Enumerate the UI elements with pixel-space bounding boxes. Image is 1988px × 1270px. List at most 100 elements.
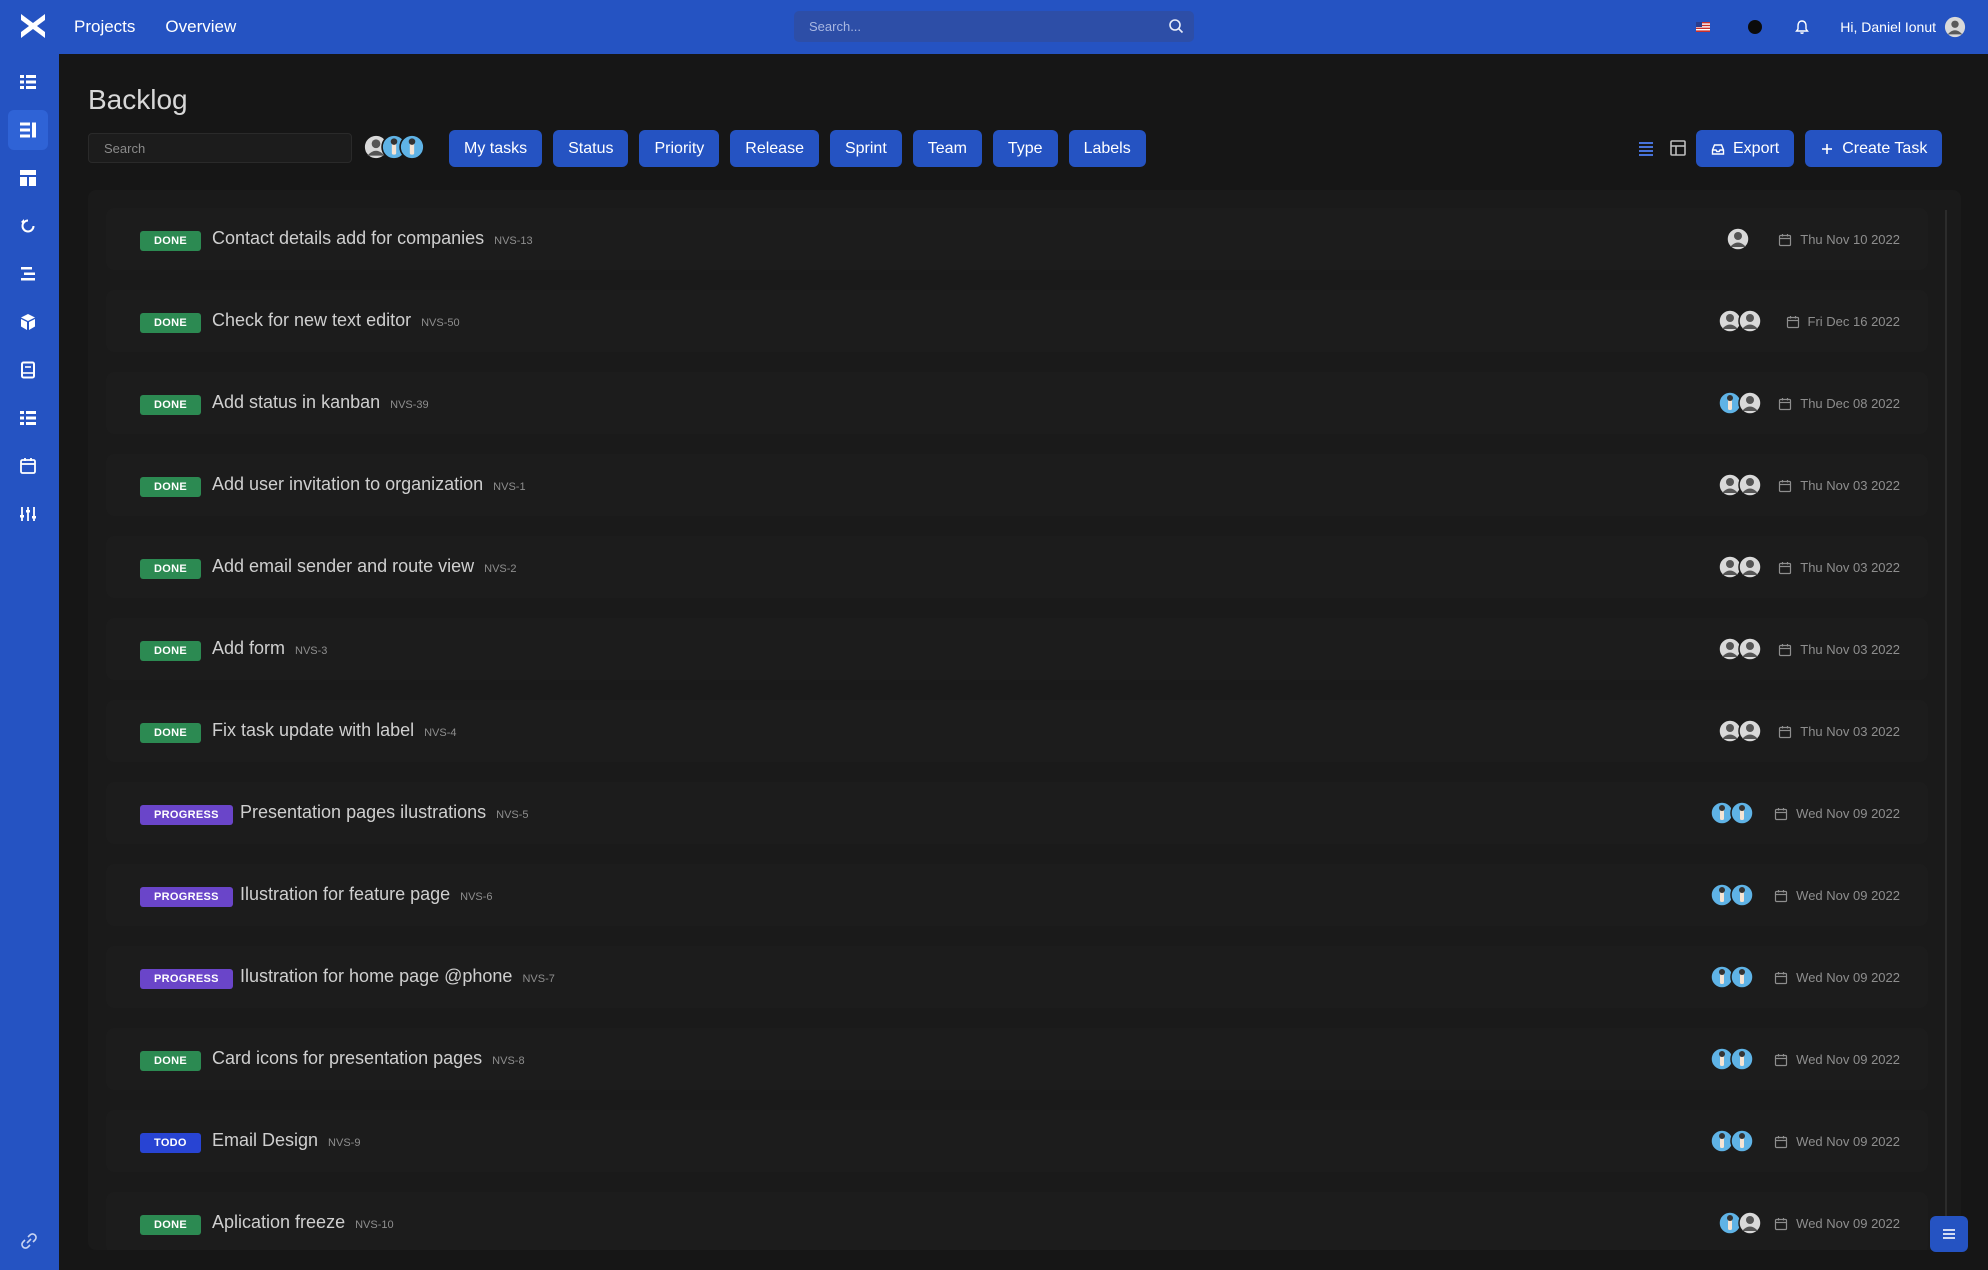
status-badge[interactable]: PROGRESS <box>140 887 233 907</box>
task-title[interactable]: Ilustration for feature page NVS-6 <box>240 884 493 905</box>
task-title[interactable]: Aplication freeze NVS-10 <box>212 1212 394 1233</box>
avatar[interactable] <box>1730 883 1754 907</box>
task-title[interactable]: Add email sender and route view NVS-2 <box>212 556 517 577</box>
task-row[interactable]: TODO Email Design NVS-9 Wed Nov 09 2022 <box>106 1110 1928 1172</box>
backlog-search-input[interactable] <box>88 133 352 163</box>
filter-my-tasks[interactable]: My tasks <box>449 130 543 167</box>
task-title[interactable]: Card icons for presentation pages NVS-8 <box>212 1048 525 1069</box>
avatar[interactable] <box>1730 1047 1754 1071</box>
sidebar-item-timeline[interactable] <box>8 254 48 294</box>
export-button[interactable]: Export <box>1696 130 1795 167</box>
task-row[interactable]: PROGRESS Ilustration for home page @phone… <box>106 946 1928 1008</box>
link-icon[interactable] <box>20 1232 38 1250</box>
sidebar-item-book[interactable] <box>8 350 48 390</box>
status-badge[interactable]: DONE <box>140 641 201 661</box>
sidebar-item-backlog[interactable] <box>8 62 48 102</box>
nav-overview[interactable]: Overview <box>165 17 236 37</box>
status-badge[interactable]: DONE <box>140 1215 201 1235</box>
task-title[interactable]: Check for new text editor NVS-50 <box>212 310 460 331</box>
table-view-icon[interactable] <box>1668 138 1688 158</box>
status-badge[interactable]: PROGRESS <box>140 969 233 989</box>
sidebar-item-cube[interactable] <box>8 302 48 342</box>
avatar[interactable] <box>1738 391 1762 415</box>
status-badge[interactable]: DONE <box>140 477 201 497</box>
filter-sprint[interactable]: Sprint <box>829 130 902 167</box>
avatar[interactable] <box>1738 555 1762 579</box>
calendar-icon <box>1779 479 1792 492</box>
avatar[interactable] <box>1738 637 1762 661</box>
avatar[interactable] <box>1726 227 1750 251</box>
task-row[interactable]: DONE Add email sender and route view NVS-2… <box>106 536 1928 598</box>
nav-projects[interactable]: Projects <box>74 17 135 37</box>
task-row[interactable]: PROGRESS Ilustration for feature page NVS-… <box>106 864 1928 926</box>
export-label: Export <box>1733 139 1780 157</box>
user-greeting[interactable]: Hi, Daniel Ionut <box>1840 19 1936 35</box>
scrollbar[interactable] <box>1945 210 1947 1240</box>
status-badge[interactable]: DONE <box>140 559 201 579</box>
user-avatar[interactable] <box>1944 16 1966 38</box>
sidebar-item-board[interactable] <box>8 158 48 198</box>
filter-status[interactable]: Status <box>553 130 629 167</box>
avatar[interactable] <box>1730 1129 1754 1153</box>
calendar-icon <box>1775 807 1788 820</box>
avatar[interactable] <box>1730 965 1754 989</box>
status-badge[interactable]: PROGRESS <box>140 805 233 825</box>
us-flag-icon[interactable] <box>1696 22 1711 32</box>
filter-release[interactable]: Release <box>730 130 819 167</box>
sidebar-item-refresh[interactable] <box>8 206 48 246</box>
status-badge[interactable]: DONE <box>140 723 201 743</box>
task-row[interactable]: PROGRESS Presentation pages ilustrations N… <box>106 782 1928 844</box>
task-row[interactable]: DONE Aplication freeze NVS-10 Wed Nov 09 20… <box>106 1192 1928 1250</box>
task-title[interactable]: Ilustration for home page @phone NVS-7 <box>240 966 555 987</box>
task-row[interactable]: DONE Add form NVS-3 Thu Nov 03 2022 <box>106 618 1928 680</box>
task-title[interactable]: Add status in kanban NVS-39 <box>212 392 429 413</box>
task-title[interactable]: Presentation pages ilustrations NVS-5 <box>240 802 529 823</box>
task-row[interactable]: DONE Check for new text editor NVS-50 Fri D… <box>106 290 1928 352</box>
avatar[interactable] <box>1730 801 1754 825</box>
sidebar <box>0 54 59 1270</box>
filter-labels[interactable]: Labels <box>1068 130 1146 167</box>
avatar[interactable] <box>1738 719 1762 743</box>
status-badge[interactable]: DONE <box>140 395 201 415</box>
task-row[interactable]: DONE Card icons for presentation pages NVS… <box>106 1028 1928 1090</box>
bell-icon[interactable] <box>1794 19 1810 35</box>
task-title[interactable]: Contact details add for companies NVS-13 <box>212 228 533 249</box>
task-title-text: Card icons for presentation pages <box>212 1048 483 1068</box>
create-task-button[interactable]: Create Task <box>1805 130 1943 167</box>
sidebar-item-settings[interactable] <box>8 494 48 534</box>
task-row[interactable]: DONE Contact details add for companies NVS… <box>106 208 1928 270</box>
status-badge[interactable]: TODO <box>140 1133 201 1153</box>
task-row[interactable]: DONE Add user invitation to organization N… <box>106 454 1928 516</box>
avatar[interactable] <box>399 134 425 160</box>
top-bar: Projects Overview Hi, Daniel Ionut <box>0 0 1988 54</box>
search-icon[interactable] <box>1168 18 1184 34</box>
top-right-controls: Hi, Daniel Ionut <box>1696 0 1966 54</box>
sidebar-item-tasks[interactable] <box>8 398 48 438</box>
task-row[interactable]: DONE Add status in kanban NVS-39 Thu Dec 08… <box>106 372 1928 434</box>
filter-team[interactable]: Team <box>912 130 982 167</box>
list-view-icon[interactable] <box>1636 138 1656 158</box>
filter-priority[interactable]: Priority <box>639 130 720 167</box>
task-title[interactable]: Add form NVS-3 <box>212 638 327 659</box>
task-date-text: Wed Nov 09 2022 <box>1796 970 1900 985</box>
status-badge[interactable]: DONE <box>140 231 201 251</box>
app-logo-icon[interactable] <box>18 11 48 41</box>
theme-toggle-icon[interactable] <box>1748 20 1763 34</box>
task-title[interactable]: Add user invitation to organization NVS-1 <box>212 474 526 495</box>
status-badge[interactable]: DONE <box>140 1051 201 1071</box>
global-search-input[interactable] <box>794 11 1194 42</box>
menu-fab-button[interactable] <box>1930 1216 1968 1252</box>
task-key: NVS-9 <box>328 1137 361 1149</box>
task-title[interactable]: Fix task update with label NVS-4 <box>212 720 457 741</box>
filter-type[interactable]: Type <box>992 130 1058 167</box>
avatar[interactable] <box>1738 473 1762 497</box>
task-row[interactable]: DONE Fix task update with label NVS-4 Thu N… <box>106 700 1928 762</box>
sidebar-item-list[interactable] <box>8 110 48 150</box>
status-badge[interactable]: DONE <box>140 313 201 333</box>
task-key: NVS-50 <box>421 317 460 329</box>
task-title[interactable]: Email Design NVS-9 <box>212 1130 360 1151</box>
avatar[interactable] <box>1738 1211 1762 1235</box>
team-avatar-group[interactable] <box>363 134 433 164</box>
sidebar-item-calendar[interactable] <box>8 446 48 486</box>
avatar[interactable] <box>1738 309 1762 333</box>
